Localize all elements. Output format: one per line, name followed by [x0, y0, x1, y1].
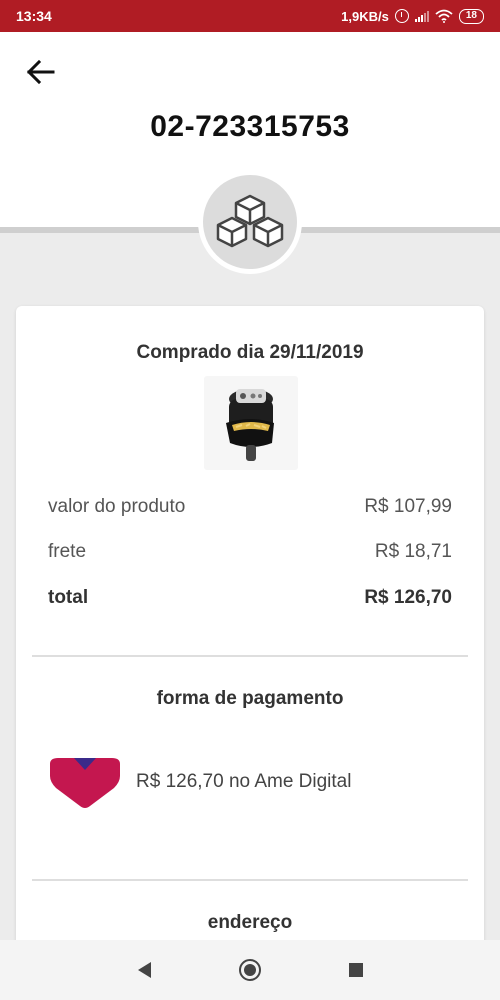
shipping-label: frete — [48, 541, 87, 562]
back-button[interactable] — [22, 54, 58, 90]
total-row: total R$ 126,70 — [48, 587, 452, 609]
header-divider-left — [0, 227, 200, 233]
order-badge — [198, 170, 302, 274]
network-speed: 1,9KB/s — [341, 8, 389, 24]
product-value-amount: R$ 107,99 — [364, 496, 452, 517]
total-label: total — [48, 587, 89, 608]
header-divider-right — [300, 227, 500, 233]
shipping-amount: R$ 18,71 — [374, 541, 452, 562]
product-value-row: valor do produto R$ 107,99 — [48, 496, 452, 518]
status-bar: 13:34 1,9KB/s 18 — [0, 0, 500, 32]
system-nav-bar — [0, 940, 500, 1000]
status-indicators: 1,9KB/s 18 — [341, 8, 484, 24]
purchase-date: Comprado dia 29/11/2019 — [136, 342, 364, 363]
boxes-icon — [216, 194, 284, 248]
signal-icon — [414, 10, 429, 22]
status-time: 13:34 — [16, 8, 52, 24]
ame-digital-logo — [50, 758, 120, 808]
payment-method-text: R$ 126,70 no Ame Digital — [136, 771, 352, 792]
alarm-icon — [394, 9, 409, 23]
shipping-row: frete R$ 18,71 — [48, 541, 452, 563]
arrow-left-icon — [26, 59, 55, 85]
card-divider — [32, 655, 468, 657]
nav-back-icon[interactable] — [137, 962, 151, 978]
card-divider — [32, 879, 468, 881]
payment-method: R$ 126,70 no Ame Digital — [48, 752, 452, 812]
nav-recent-icon[interactable] — [348, 963, 363, 977]
address-section-title: endereço — [207, 912, 293, 933]
battery-icon: 18 — [458, 8, 484, 24]
product-image[interactable] — [204, 376, 298, 470]
total-amount: R$ 126,70 — [364, 587, 452, 608]
order-id: 02-723315753 — [150, 110, 350, 143]
air-fryer-image — [226, 389, 274, 461]
nav-home-icon[interactable] — [238, 959, 261, 981]
payment-section-title: forma de pagamento — [156, 688, 344, 709]
wifi-icon — [435, 9, 453, 23]
product-value-label: valor do produto — [48, 496, 186, 517]
order-details-card: Comprado dia 29/11/2019 valor do produto… — [16, 306, 484, 966]
